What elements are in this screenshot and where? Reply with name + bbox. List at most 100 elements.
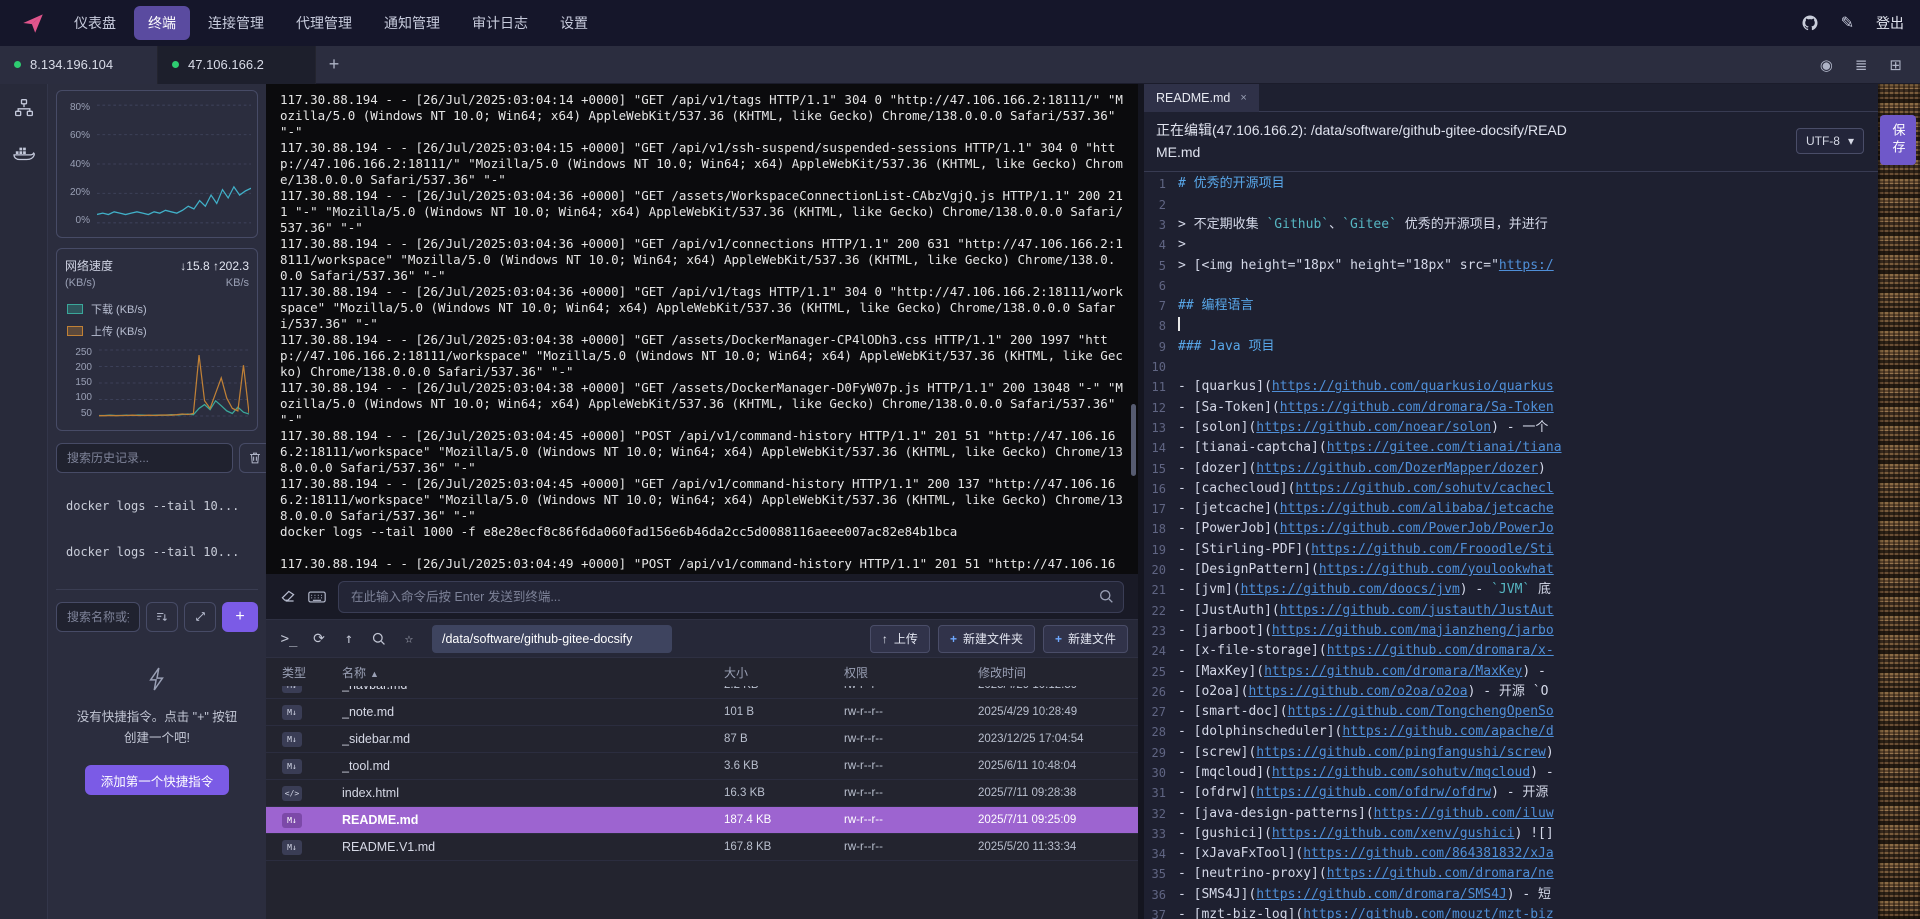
column-header-0[interactable]: 类型 bbox=[282, 664, 342, 681]
trash-icon bbox=[248, 451, 262, 465]
terminal-output[interactable]: 117.30.88.194 - - [26/Jul/2025:03:04:14 … bbox=[266, 84, 1138, 574]
file-row[interactable]: M↓_navbar.md2.2 KBrw-r--r--2025/4/29 10:… bbox=[266, 686, 1138, 699]
upload-button[interactable]: ↑ 上传 bbox=[870, 625, 930, 653]
column-header-2[interactable]: 大小 bbox=[724, 664, 844, 681]
nav-item-notifications[interactable]: 通知管理 bbox=[370, 6, 454, 40]
column-label: 名称 bbox=[342, 666, 366, 680]
refresh-icon[interactable]: ⟳ bbox=[306, 626, 332, 652]
line-number: 36 bbox=[1144, 885, 1178, 905]
grid-layout-icon[interactable]: ⊞ bbox=[1889, 56, 1902, 74]
nav-item-terminal[interactable]: 终端 bbox=[134, 6, 190, 40]
docker-icon[interactable] bbox=[13, 144, 35, 164]
column-header-3[interactable]: 权限 bbox=[844, 664, 978, 681]
editor-tabbar: README.md × bbox=[1144, 84, 1920, 112]
file-row[interactable]: M↓_tool.md3.6 KBrw-r--r--2025/6/11 10:48… bbox=[266, 753, 1138, 780]
session-tab-47-106-166-2[interactable]: 47.106.166.2 bbox=[158, 46, 316, 84]
line-number: 27 bbox=[1144, 702, 1178, 722]
column-header-1[interactable]: 名称▲ bbox=[342, 664, 724, 681]
close-editor-tab-icon[interactable]: × bbox=[1240, 92, 1246, 104]
editor-line: 34- [xJavaFxTool](https://github.com/864… bbox=[1144, 844, 1874, 864]
line-content: - [jarboot](https://github.com/majianzhe… bbox=[1178, 621, 1554, 641]
line-number: 3 bbox=[1144, 215, 1178, 235]
virtual-keyboard-icon[interactable] bbox=[308, 589, 326, 605]
expand-snippets-button[interactable] bbox=[184, 602, 216, 632]
file-mtime: 2025/7/11 09:28:38 bbox=[978, 787, 1138, 799]
file-perm: rw-r--r-- bbox=[844, 686, 978, 691]
app-logo[interactable] bbox=[16, 10, 50, 36]
file-row[interactable]: M↓README.md187.4 KBrw-r--r--2025/7/11 09… bbox=[266, 807, 1138, 834]
session-list-icon[interactable]: ≣ bbox=[1855, 56, 1868, 74]
file-row[interactable]: M↓_note.md101 Brw-r--r--2025/4/29 10:28:… bbox=[266, 699, 1138, 726]
editor-tab-readme[interactable]: README.md × bbox=[1144, 84, 1259, 112]
column-label: 修改时间 bbox=[978, 666, 1026, 680]
editor-minimap[interactable] bbox=[1878, 84, 1920, 919]
history-item[interactable]: docker logs --tail 10... bbox=[56, 483, 258, 529]
sitemap-icon[interactable] bbox=[14, 98, 34, 118]
file-actions: ↑ 上传 + 新建文件夹 + 新建文件 bbox=[870, 625, 1128, 653]
logout-button[interactable]: 登出 bbox=[1876, 13, 1904, 33]
file-name: README.V1.md bbox=[342, 840, 724, 854]
new-file-button[interactable]: + 新建文件 bbox=[1043, 625, 1128, 653]
file-row[interactable]: </>index.html16.3 KBrw-r--r--2025/7/11 0… bbox=[266, 780, 1138, 807]
terminal-scrollbar[interactable] bbox=[1131, 404, 1136, 476]
line-content: > bbox=[1178, 235, 1186, 255]
command-input[interactable] bbox=[338, 581, 1124, 613]
history-item[interactable]: docker logs --tail 10... bbox=[56, 529, 258, 575]
file-perm: rw-r--r-- bbox=[844, 760, 978, 772]
nav-item-audit-logs[interactable]: 审计日志 bbox=[458, 6, 542, 40]
network-speed-panel: 网络速度 (KB/s) ↓15.8 ↑202.3 KB/s 下载 (KB/s)上… bbox=[56, 248, 258, 431]
path-input[interactable] bbox=[432, 625, 672, 653]
editor-line: 35- [neutrino-proxy](https://github.com/… bbox=[1144, 864, 1874, 884]
add-first-snippet-button[interactable]: 添加第一个快捷指令 bbox=[85, 765, 230, 795]
editor-line: 23- [jarboot](https://github.com/majianz… bbox=[1144, 621, 1874, 641]
snippet-search-input[interactable] bbox=[56, 602, 140, 632]
file-row[interactable]: M↓README.V1.md167.8 KBrw-r--r--2025/5/20… bbox=[266, 834, 1138, 861]
file-search-icon[interactable] bbox=[366, 626, 392, 652]
line-number: 11 bbox=[1144, 377, 1178, 397]
editor-content[interactable]: 1# 优秀的开源项目23> 不定期收集 `Github`、`Gitee` 优秀的… bbox=[1144, 172, 1920, 919]
parent-directory-icon[interactable]: ↑ bbox=[336, 626, 362, 652]
editor-line: 12- [Sa-Token](https://github.com/dromar… bbox=[1144, 398, 1874, 418]
nav-item-dashboard[interactable]: 仪表盘 bbox=[60, 6, 130, 40]
new-folder-button[interactable]: + 新建文件夹 bbox=[938, 625, 1035, 653]
github-icon[interactable] bbox=[1801, 14, 1819, 32]
cpu-axis-ticks: 80%60%40%20%0% bbox=[63, 101, 93, 227]
clear-terminal-icon[interactable] bbox=[280, 589, 296, 605]
file-mtime: 2025/7/11 09:25:09 bbox=[978, 814, 1138, 826]
preview-eye-icon[interactable]: ◉ bbox=[1820, 56, 1833, 74]
terminal-line: docker logs --tail 1000 -f e8e28ecf8c86f… bbox=[280, 524, 1124, 540]
file-mtime: 2025/4/29 10:28:49 bbox=[978, 706, 1138, 718]
theme-brush-icon[interactable]: ✎ bbox=[1841, 13, 1854, 33]
clear-history-button[interactable] bbox=[239, 443, 266, 473]
line-content: - [neutrino-proxy](https://github.com/dr… bbox=[1178, 864, 1554, 884]
editor-line: 5> [<img height="18px" height="18px" src… bbox=[1144, 256, 1874, 276]
column-header-4[interactable]: 修改时间 bbox=[978, 664, 1138, 681]
session-tab-8-134-196-104[interactable]: 8.134.196.104 bbox=[0, 46, 158, 84]
save-button[interactable]: 保存 bbox=[1880, 115, 1916, 165]
line-content: - [x-file-storage](https://github.com/dr… bbox=[1178, 641, 1554, 661]
status-dot bbox=[14, 61, 21, 68]
sort-snippets-button[interactable] bbox=[146, 602, 178, 632]
line-number: 20 bbox=[1144, 560, 1178, 580]
bookmark-star-icon[interactable]: ☆ bbox=[396, 626, 422, 652]
history-search-input[interactable] bbox=[56, 443, 233, 473]
file-type-cell: M↓ bbox=[282, 732, 342, 747]
network-legend: 下载 (KB/s)上传 (KB/s) bbox=[65, 298, 249, 342]
editor-line: 21- [jvm](https://github.com/doocs/jvm) … bbox=[1144, 580, 1874, 600]
command-search-icon[interactable] bbox=[1099, 589, 1114, 609]
axis-tick: 80% bbox=[63, 102, 90, 113]
add-snippet-button[interactable]: + bbox=[222, 602, 258, 632]
terminal-toggle-icon[interactable]: >_ bbox=[276, 626, 302, 652]
axis-tick: 150 bbox=[65, 377, 92, 388]
file-row[interactable]: M↓_sidebar.md87 Brw-r--r--2023/12/25 17:… bbox=[266, 726, 1138, 753]
line-number: 16 bbox=[1144, 479, 1178, 499]
encoding-select[interactable]: UTF-8 ▾ bbox=[1796, 128, 1864, 154]
line-number: 35 bbox=[1144, 864, 1178, 884]
nav-item-connections[interactable]: 连接管理 bbox=[194, 6, 278, 40]
add-session-button[interactable]: + bbox=[316, 46, 352, 84]
nav-item-settings[interactable]: 设置 bbox=[546, 6, 602, 40]
nav-item-agents[interactable]: 代理管理 bbox=[282, 6, 366, 40]
line-number: 2 bbox=[1144, 195, 1178, 215]
file-manager-toolbar: >_ ⟳ ↑ ☆ ↑ 上传 + 新建文件夹 + bbox=[266, 620, 1138, 658]
editor-line: 8 bbox=[1144, 316, 1874, 336]
